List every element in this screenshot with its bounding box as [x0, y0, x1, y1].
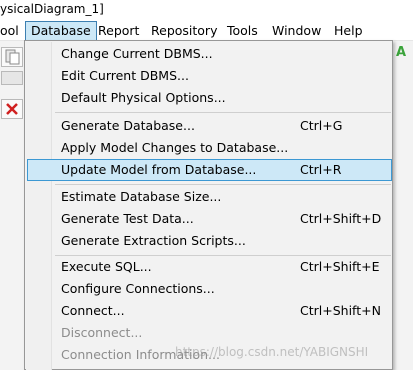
menu-item-label: Apply Model Changes to Database...	[61, 140, 289, 155]
menu-item-label: Generate Extraction Scripts...	[61, 233, 246, 248]
right-toolbar: A	[392, 41, 413, 370]
menu-item-connect[interactable]: Connect... Ctrl+Shift+N	[27, 300, 392, 322]
menu-item-shortcut: Ctrl+G	[300, 118, 343, 133]
menu-item-shortcut: Ctrl+Shift+E	[300, 259, 380, 274]
watermark: https://blog.csdn.net/YABIGNSHI	[175, 345, 369, 359]
menu-item-shortcut: Ctrl+R	[300, 162, 342, 177]
menu-item-edit-current-dbms[interactable]: Edit Current DBMS...	[27, 65, 392, 87]
menu-item-label: Update Model from Database...	[61, 162, 257, 177]
menu-item-generate-test-data[interactable]: Generate Test Data... Ctrl+Shift+D	[27, 208, 392, 230]
menu-item-label: Edit Current DBMS...	[61, 68, 189, 83]
menu-repository[interactable]: Repository	[145, 21, 223, 41]
font-color-icon[interactable]: A	[396, 45, 406, 60]
menu-item-disconnect[interactable]: Disconnect...	[27, 322, 392, 344]
menu-separator	[55, 184, 391, 185]
menu-item-label: Default Physical Options...	[61, 90, 226, 105]
menu-item-label: Disconnect...	[61, 325, 143, 340]
menu-item-label: Connect...	[61, 303, 125, 318]
menu-item-label: Estimate Database Size...	[61, 189, 222, 204]
paste-icon[interactable]	[1, 47, 23, 67]
menu-database[interactable]: Database	[25, 21, 97, 41]
menubar: ool Database Report Repository Tools Win…	[0, 20, 413, 41]
menu-item-update-model-from-database[interactable]: Update Model from Database... Ctrl+R	[27, 159, 392, 181]
menu-help[interactable]: Help	[328, 21, 369, 41]
menu-item-label: Change Current DBMS...	[61, 46, 213, 61]
menu-item-shortcut: Ctrl+Shift+D	[300, 211, 382, 226]
delete-icon[interactable]	[1, 99, 23, 119]
menu-window[interactable]: Window	[266, 21, 327, 41]
menu-tools-truncated[interactable]: ool	[0, 21, 25, 41]
menu-item-change-current-dbms[interactable]: Change Current DBMS...	[27, 43, 392, 65]
menu-item-label: Generate Test Data...	[61, 211, 194, 226]
menu-item-label: Configure Connections...	[61, 281, 215, 296]
menu-item-default-physical-options[interactable]: Default Physical Options...	[27, 87, 392, 109]
menu-item-shortcut: Ctrl+Shift+N	[300, 303, 381, 318]
menu-tools[interactable]: Tools	[221, 21, 264, 41]
menu-item-generate-extraction-scripts[interactable]: Generate Extraction Scripts...	[27, 230, 392, 252]
window-title: ysicalDiagram_1]	[0, 0, 413, 20]
menu-item-label: Execute SQL...	[61, 259, 152, 274]
menu-item-execute-sql[interactable]: Execute SQL... Ctrl+Shift+E	[27, 256, 392, 278]
menu-item-apply-model-changes[interactable]: Apply Model Changes to Database...	[27, 137, 392, 159]
left-toolbar	[0, 41, 26, 370]
menu-item-configure-connections[interactable]: Configure Connections...	[27, 278, 392, 300]
menu-report[interactable]: Report	[92, 21, 145, 41]
menu-separator	[55, 112, 391, 113]
database-menu-dropdown: Change Current DBMS... Edit Current DBMS…	[24, 40, 393, 370]
menu-item-label: Generate Database...	[61, 118, 195, 133]
pin-icon[interactable]	[1, 71, 23, 85]
menu-item-estimate-database-size[interactable]: Estimate Database Size...	[27, 186, 392, 208]
menu-item-generate-database[interactable]: Generate Database... Ctrl+G	[27, 115, 392, 137]
